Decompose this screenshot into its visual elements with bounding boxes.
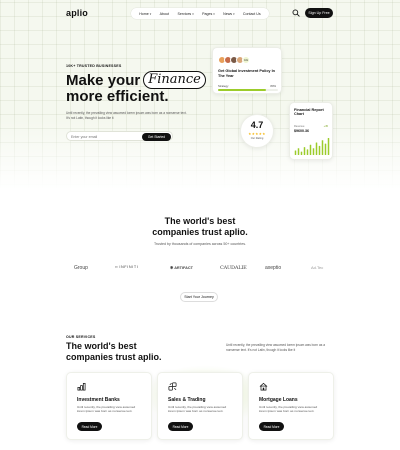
rating-label: Our Rating — [250, 137, 264, 140]
hero-headline-line2: more efficient. — [66, 88, 169, 105]
brand-name: CAUDALIE — [220, 265, 247, 271]
email-input[interactable] — [67, 132, 145, 141]
investment-icon — [77, 382, 86, 391]
company-logos: Group ∞ INFINITI ✱ ARTIFACT CAUDALIE axept… — [74, 265, 336, 275]
brand-name: axeptio — [265, 265, 282, 271]
nav-contact-label: Contact Us — [242, 11, 261, 16]
investment-policy-card: 10k Get Global Investment Policy In The … — [212, 47, 282, 94]
search-icon[interactable] — [292, 9, 300, 17]
nav-contact[interactable]: Contact Us — [243, 12, 261, 16]
brand-name: Group — [74, 265, 88, 271]
nav-about[interactable]: About — [160, 12, 169, 16]
progress-label: Strategy — [218, 84, 229, 88]
headline-text: Make your — [66, 71, 141, 89]
progress-bar-fill — [218, 89, 266, 91]
brand-logo-group: Group — [74, 265, 88, 271]
nav-home-label: Home — [139, 11, 149, 16]
main-nav: Home ▾ About Services ▾ Pages ▾ News ▾ Conta… — [131, 8, 269, 19]
brand-logo-axeptio: axeptio — [265, 265, 281, 271]
report-sub: Revenue — [294, 125, 305, 128]
services-description: Until recently, the prevailing view assu… — [226, 343, 325, 352]
artifact-icon: ✱ — [170, 266, 174, 270]
companies-subtitle: Trusted by thousands of companies across… — [153, 242, 247, 246]
service-title: Investment Banks — [77, 397, 120, 403]
nav-services-label: Services — [177, 11, 192, 16]
brand-logo-infiniti: ∞ INFINITI — [115, 265, 138, 269]
nav-pages-label: Pages — [202, 11, 213, 16]
brand-name: Ad.Tec — [311, 265, 324, 270]
star-rating: ★★★★★ — [248, 132, 266, 136]
report-bar — [303, 147, 306, 155]
read-more-button[interactable]: Read More — [259, 422, 284, 431]
service-description: Until recently, the prevailing view assu… — [77, 405, 136, 414]
report-bar — [324, 143, 327, 155]
signup-button[interactable]: Sign Up Free — [305, 8, 333, 18]
report-bar-chart — [294, 138, 330, 155]
service-title: Mortgage Loans — [259, 397, 298, 403]
service-description: Until recently, the prevailing view assu… — [168, 405, 227, 414]
report-bar — [300, 151, 303, 155]
rating-card: 4.7 ★★★★★ Our Rating — [240, 114, 274, 148]
avatar-more-badge: 10k — [242, 56, 250, 64]
headline-pill: Finance — [143, 71, 206, 89]
services-title: The world's best companies trust aplio. — [66, 341, 162, 362]
email-form: Get Started — [66, 131, 173, 141]
trading-icon — [168, 382, 177, 391]
service-card-investment: Investment Banks Until recently, the pre… — [66, 372, 152, 440]
brand-name: ARTIFACT — [174, 265, 193, 270]
rating-value: 4.7 — [250, 120, 264, 130]
report-bar — [318, 145, 321, 155]
report-bar — [321, 140, 324, 155]
financial-report-card: Financial Report Chart Revenue $9600.36 … — [289, 102, 333, 160]
report-amount: $9600.36 — [294, 129, 309, 133]
progress-bar — [218, 89, 278, 91]
nav-pages[interactable]: Pages ▾ — [202, 12, 215, 16]
report-bar — [306, 149, 309, 155]
services-label: OUR SERVICES — [66, 335, 96, 339]
read-more-button[interactable]: Read More — [168, 422, 193, 431]
progress-percent: 80% — [270, 84, 276, 88]
nav-news[interactable]: News ▾ — [223, 12, 234, 16]
mortgage-icon — [259, 382, 268, 391]
chevron-down-icon: ▾ — [213, 11, 215, 16]
service-title: Sales & Trading — [168, 397, 206, 403]
report-title: Financial Report Chart — [294, 108, 324, 117]
report-bar — [294, 150, 297, 155]
report-bar — [309, 144, 312, 155]
logo[interactable]: aplio — [66, 8, 88, 18]
avatar-group: 10k — [218, 56, 250, 64]
hero-headline: Make your Finance — [66, 71, 206, 89]
progress-row: Strategy 80% — [213, 84, 281, 88]
service-description: Until recently, the prevailing view assu… — [259, 405, 318, 414]
chevron-down-icon: ▾ — [233, 11, 235, 16]
read-more-button[interactable]: Read More — [77, 422, 102, 431]
report-bar — [297, 148, 300, 155]
brand-logo-artifact: ✱ ARTIFACT — [170, 265, 193, 271]
nav-news-label: News — [223, 11, 233, 16]
chevron-down-icon: ▾ — [149, 11, 152, 16]
brand-name: INFINITI — [119, 265, 139, 269]
hero-section — [0, 0, 400, 188]
brand-logo-adtec: Ad.Tec — [311, 265, 323, 270]
report-bar — [315, 142, 318, 155]
nav-services[interactable]: Services ▾ — [177, 12, 193, 16]
infiniti-icon: ∞ — [115, 265, 119, 269]
service-card-mortgage: Mortgage Loans Until recently, the preva… — [248, 372, 334, 440]
policy-title: Get Global Investment Policy In The Year — [218, 69, 275, 78]
chevron-down-icon: ▾ — [192, 11, 194, 16]
trusted-label: 10K+ TRUSTED BUSINESSES — [66, 64, 122, 68]
companies-title: The world's best companies trust aplio. — [152, 216, 248, 237]
start-journey-button[interactable]: Start Your Journey — [180, 292, 218, 302]
get-started-button[interactable]: Get Started — [142, 133, 171, 141]
nav-home[interactable]: Home ▾ — [139, 12, 151, 16]
brand-logo-caudalie: CAUDALIE — [220, 265, 247, 271]
report-badge: +45 — [323, 125, 328, 128]
report-bar — [312, 148, 315, 155]
nav-about-label: About — [159, 11, 170, 16]
report-bar — [327, 138, 330, 155]
hero-description: Until recently, the prevailing view assu… — [66, 111, 187, 120]
service-card-trading: Sales & Trading Until recently, the prev… — [157, 372, 243, 440]
